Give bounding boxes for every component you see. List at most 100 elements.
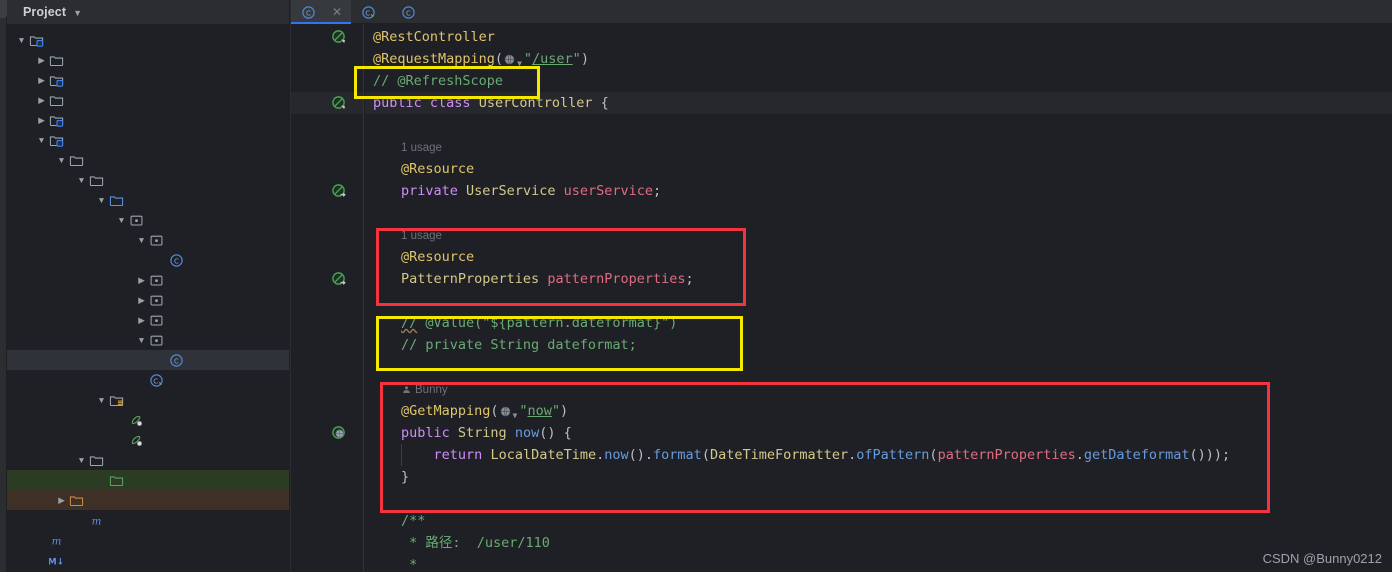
package-icon — [148, 273, 165, 288]
package-icon — [128, 213, 145, 228]
url-globe-icon[interactable]: ▼ — [503, 51, 524, 75]
project-tool-button[interactable] — [0, 0, 7, 18]
folder-icon — [88, 453, 105, 468]
line-number — [292, 70, 332, 92]
tree-item-cn-itcast-user[interactable]: ▼ — [7, 210, 289, 230]
project-panel-header[interactable]: Project ▼ — [7, 0, 289, 24]
chevron-right-icon[interactable]: ▶ — [135, 275, 148, 286]
java-class-icon: C — [401, 5, 416, 20]
tree-item-bootstrap-yaml[interactable] — [7, 430, 289, 450]
tree-item-src[interactable]: ▼ — [7, 150, 289, 170]
tree-item-eureka-server[interactable]: ▶ — [7, 70, 289, 90]
watermark: CSDN @Bunny0212 — [1262, 551, 1382, 566]
indent-guide — [401, 444, 402, 466]
inlay-hint[interactable]: 1 usage — [401, 136, 442, 158]
svg-text:C: C — [174, 256, 179, 265]
inlay-hint[interactable]: 1 usage — [401, 224, 442, 246]
chevron-down-icon[interactable]: ▼ — [115, 215, 128, 225]
line-number — [292, 202, 332, 224]
line-number — [292, 268, 332, 290]
spring-mapping-icon[interactable] — [331, 425, 347, 441]
tree-item-readme-md[interactable]: M↓ — [7, 550, 289, 570]
code-editor[interactable]: @RestController @RequestMapping(▼ "/user")… — [291, 24, 1392, 572]
tree-item-java[interactable]: ▼ — [7, 190, 289, 210]
module-folder-icon — [48, 73, 65, 88]
project-panel-title: Project — [23, 5, 67, 19]
tree-item-usercontroller[interactable]: C — [7, 350, 289, 370]
editor-tab-patternproperties-java[interactable]: C — [391, 0, 431, 24]
tree-item-order-service[interactable]: ▶ — [7, 110, 289, 130]
chevron-down-icon[interactable]: ▼ — [135, 235, 148, 245]
tree-item-test[interactable]: ▼ — [7, 450, 289, 470]
chevron-down-icon[interactable]: ▼ — [35, 135, 48, 145]
tree-item-mapper[interactable]: ▶ — [7, 270, 289, 290]
line-number — [292, 466, 332, 488]
chevron-right-icon[interactable]: ▶ — [35, 95, 48, 106]
line-number — [292, 114, 332, 136]
chevron-down-icon[interactable]: ▼ — [55, 155, 68, 165]
chevron-down-icon[interactable]: ▼ — [75, 175, 88, 185]
tree-item-target[interactable]: ▶ — [7, 490, 289, 510]
svg-text:C: C — [406, 8, 411, 17]
tree-item-main[interactable]: ▼ — [7, 170, 289, 190]
spring-class-icon: C — [361, 5, 376, 20]
tree-item-web[interactable]: ▼ — [7, 330, 289, 350]
chevron-down-icon[interactable]: ▼ — [15, 35, 28, 45]
line-number — [292, 26, 332, 48]
close-icon[interactable]: ✕ — [332, 5, 342, 19]
line-number — [292, 334, 332, 356]
spring-bean-icon[interactable] — [331, 95, 347, 111]
editor-tab-usercontroller-java[interactable]: C ✕ — [291, 0, 352, 24]
maven-file-icon: m — [48, 533, 65, 548]
code-line: } — [401, 469, 410, 485]
code-line: @RequestMapping(▼ "/user") — [373, 48, 589, 70]
tree-item-patternproperties[interactable]: C — [7, 250, 289, 270]
code-line: /** — [401, 513, 426, 529]
chevron-down-icon[interactable]: ▼ — [517, 59, 522, 68]
code-line: public String now() { — [401, 425, 572, 441]
code-content[interactable]: @RestController @RequestMapping(▼ "/user")… — [365, 24, 1392, 572]
chevron-right-icon[interactable]: ▶ — [35, 115, 48, 126]
svg-text:C: C — [306, 8, 311, 17]
tree-item-cloud-demo[interactable]: ▼ — [7, 30, 289, 50]
spring-autowire-icon[interactable] — [331, 271, 347, 287]
tree-item-resources[interactable]: ▼ — [7, 390, 289, 410]
package-icon — [148, 293, 165, 308]
chevron-down-icon[interactable]: ▼ — [75, 455, 88, 465]
editor-tab-bar[interactable]: C ✕ C C — [291, 0, 1392, 24]
editor-gutter[interactable] — [291, 24, 364, 572]
chevron-right-icon[interactable]: ▶ — [135, 295, 148, 306]
line-number — [292, 312, 332, 334]
chevron-right-icon[interactable]: ▶ — [55, 495, 68, 506]
spring-bean-check-icon[interactable] — [331, 29, 347, 45]
tree-item-java[interactable] — [7, 470, 289, 490]
line-number — [292, 510, 332, 532]
inlay-hint[interactable]: Bunny — [401, 378, 448, 400]
editor-tab-userapplication-java[interactable]: C — [351, 0, 391, 24]
line-number — [292, 92, 332, 114]
tree-item-user-service[interactable]: ▼ — [7, 130, 289, 150]
folder-icon — [48, 53, 65, 68]
spring-autowire-icon[interactable] — [331, 183, 347, 199]
tree-item-pom-xml[interactable]: m — [7, 530, 289, 550]
chevron-down-icon[interactable]: ▼ — [135, 335, 148, 345]
tree-item-images[interactable]: ▶ — [7, 90, 289, 110]
tree-item-userapplication[interactable]: C — [7, 370, 289, 390]
java-class-icon: C — [301, 5, 316, 20]
tree-item-pom-xml[interactable]: m — [7, 510, 289, 530]
tree-item-application-yml[interactable] — [7, 410, 289, 430]
chevron-down-icon[interactable]: ▼ — [95, 195, 108, 205]
chevron-down-icon[interactable]: ▼ — [95, 395, 108, 405]
chevron-right-icon[interactable]: ▶ — [135, 315, 148, 326]
chevron-right-icon[interactable]: ▶ — [35, 75, 48, 86]
tree-item-service[interactable]: ▶ — [7, 310, 289, 330]
chevron-down-icon[interactable]: ▼ — [513, 411, 518, 420]
tree-item-pojo[interactable]: ▶ — [7, 290, 289, 310]
chevron-right-icon[interactable]: ▶ — [35, 55, 48, 66]
tree-item--idea[interactable]: ▶ — [7, 50, 289, 70]
excluded-folder-icon — [68, 493, 85, 508]
tree-item-config[interactable]: ▼ — [7, 230, 289, 250]
project-tree[interactable]: ▼ ▶ ▶ ▶ ▶ ▼ ▼ ▼ ▼ ▼ ▼ C ▶ ▶ ▶ ▼ C C ▼ ▼ ▶ m m M↓ — [7, 24, 289, 572]
chevron-down-icon[interactable]: ▼ — [73, 8, 82, 18]
code-line: // private String dateformat; — [401, 337, 637, 353]
